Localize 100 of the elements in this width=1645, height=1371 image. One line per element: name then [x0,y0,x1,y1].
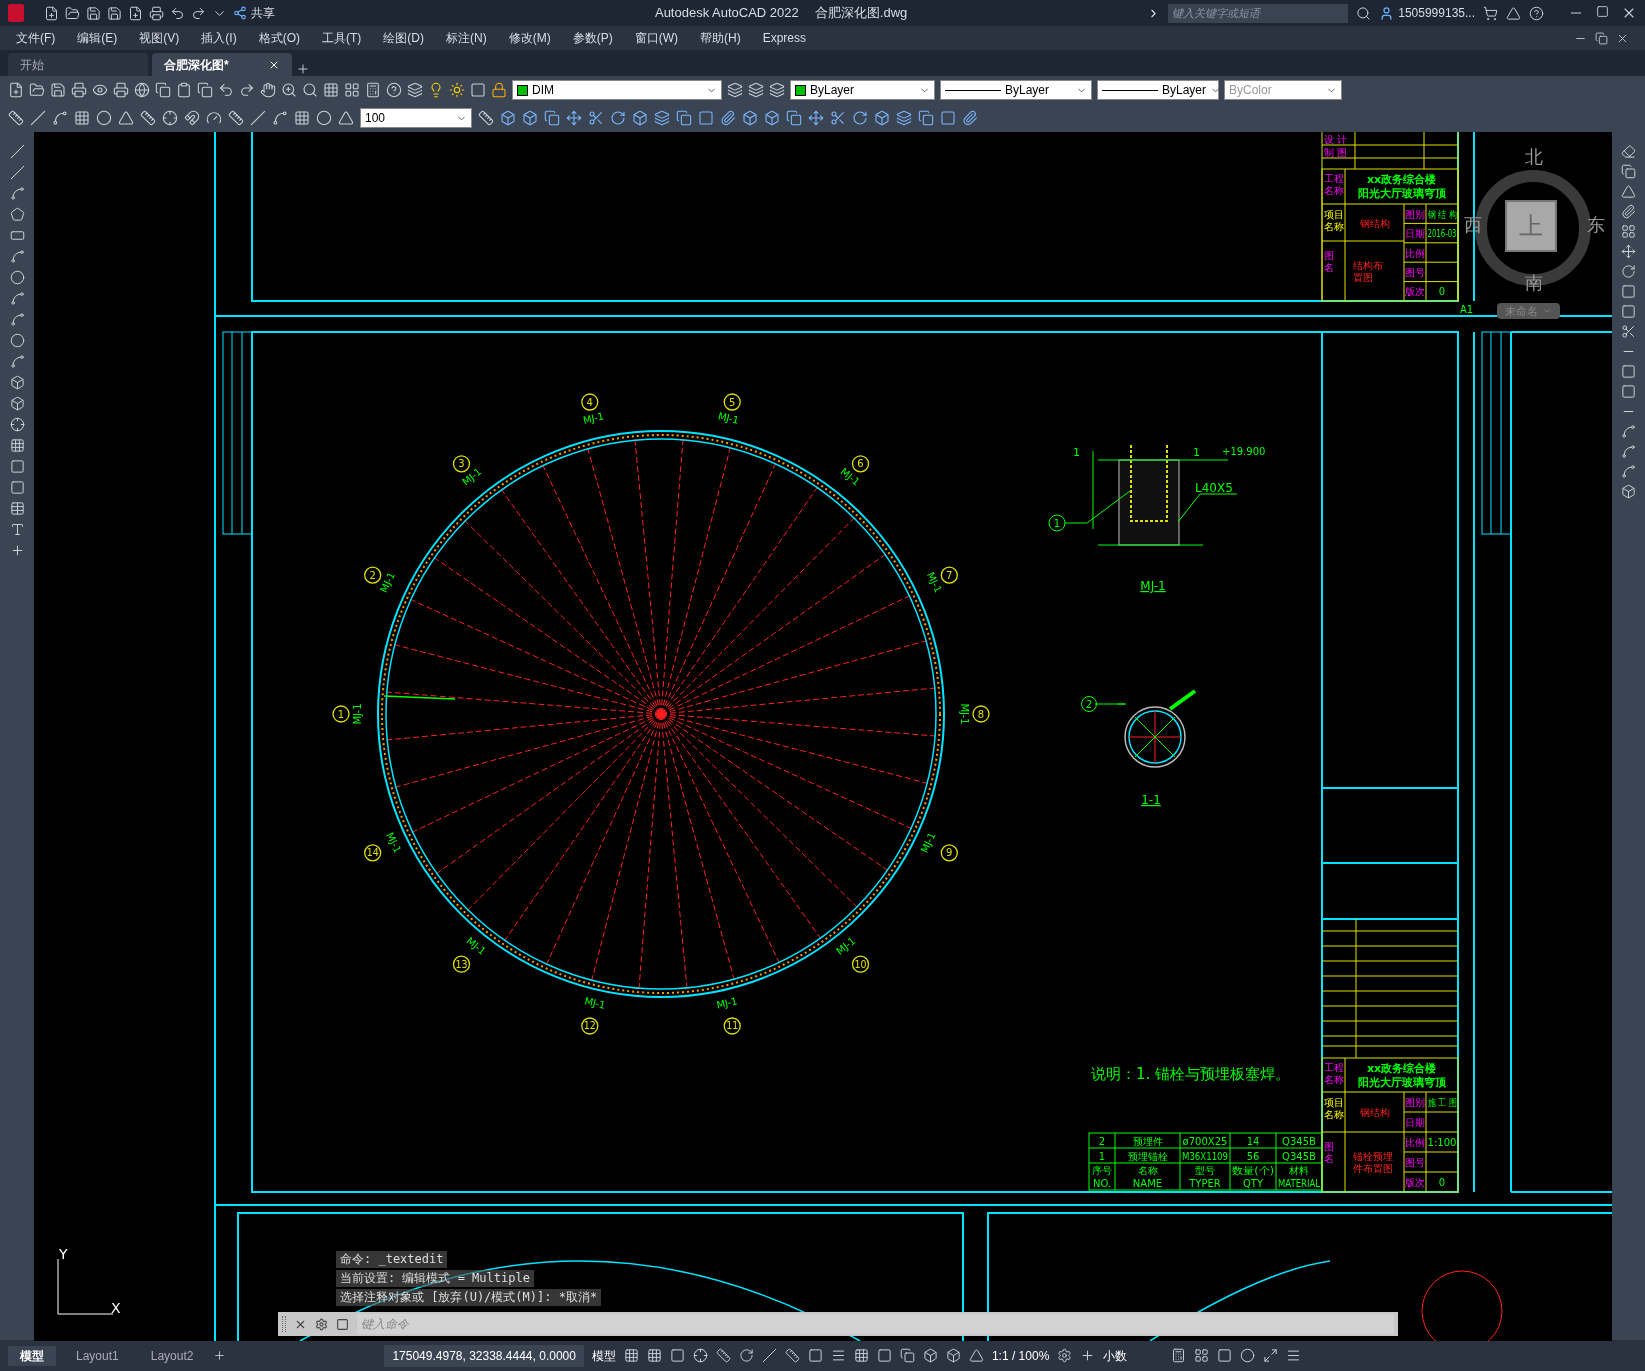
maximize-icon[interactable] [1596,5,1609,18]
save-icon[interactable] [50,82,66,98]
ruler-icon[interactable] [140,110,156,126]
arc-icon[interactable] [9,249,25,264]
copy-icon[interactable] [544,110,560,126]
save-icon[interactable] [86,5,101,21]
layout-tab[interactable]: Layout2 [138,1345,206,1366]
line-icon[interactable] [9,144,25,159]
zoom-icon[interactable] [281,82,297,98]
square-icon[interactable] [9,459,25,474]
grid-icon[interactable] [323,82,339,98]
file-icon[interactable] [128,5,143,21]
status-toggle-icon[interactable] [807,1348,823,1363]
square-icon[interactable] [470,82,486,98]
compass-label[interactable]: 东 [1587,214,1605,236]
compass-label[interactable]: 北 [1525,146,1543,168]
share-button[interactable]: 共享 [233,4,275,22]
rectangle-icon[interactable] [9,228,25,243]
status-toggle-icon[interactable] [1217,1348,1233,1363]
document-tab[interactable]: 合肥深化图* [152,53,292,76]
layers-icon[interactable] [748,82,764,98]
circle-icon[interactable] [316,110,332,126]
menu-item[interactable]: 工具(T) [322,29,362,47]
status-toggle-icon[interactable] [922,1348,938,1363]
magnet-icon[interactable] [184,110,200,126]
status-toggle-icon[interactable] [1263,1348,1279,1363]
circle-icon[interactable] [9,270,25,285]
status-toggle-icon[interactable] [1240,1348,1256,1363]
move-icon[interactable] [566,110,582,126]
triangle-icon[interactable] [338,110,354,126]
status-toggle-icon[interactable] [761,1348,777,1363]
file-icon[interactable] [8,82,24,98]
layout-tab[interactable]: Layout1 [64,1345,131,1366]
globe-icon[interactable] [134,82,150,98]
grid-icon[interactable] [294,110,310,126]
status-toggle-icon[interactable] [945,1348,961,1363]
lock-icon[interactable] [491,82,507,98]
polygon-icon[interactable] [9,207,25,222]
status-toggle-icon[interactable] [646,1348,662,1363]
layers-icon[interactable] [769,82,785,98]
status-toggle-icon[interactable] [1286,1348,1302,1363]
lightbulb-icon[interactable] [428,82,444,98]
redo-icon[interactable] [239,82,255,98]
grid-icon[interactable] [344,82,360,98]
menu-item[interactable]: 帮助(H) [700,29,741,47]
search-icon[interactable] [1356,5,1372,21]
space-toggle[interactable]: 模型 [591,1346,616,1365]
status-toggle-icon[interactable] [1171,1348,1187,1363]
clipboard-icon[interactable] [176,82,192,98]
hand-icon[interactable] [260,82,276,98]
status-toggle-icon[interactable] [899,1348,915,1363]
ruler-icon[interactable] [228,110,244,126]
line-icon[interactable] [250,110,266,126]
document-tab[interactable]: 开始 [8,53,148,76]
menu-item[interactable]: 编辑(E) [77,29,118,47]
menu-item[interactable]: 标注(N) [446,29,487,47]
status-toggle-icon[interactable] [1194,1348,1210,1363]
square-icon[interactable] [940,110,956,126]
trim-icon[interactable] [1621,324,1636,339]
cube-icon[interactable] [500,110,516,126]
calculator-icon[interactable] [365,82,381,98]
ruler-icon[interactable] [478,110,494,126]
status-toggle-icon[interactable] [830,1348,846,1363]
dropdown[interactable]: DIM [512,80,722,100]
units-dropdown[interactable]: 小数 [1103,1346,1164,1365]
array-icon[interactable] [1621,224,1636,239]
menu-item[interactable]: 格式(O) [258,29,300,47]
add-icon[interactable] [9,543,25,558]
folder-icon[interactable] [65,5,80,21]
paperclip-icon[interactable] [962,110,978,126]
menu-item[interactable]: Express [762,29,806,47]
cube-icon[interactable] [742,110,758,126]
restore-icon[interactable] [1595,31,1608,45]
gauge-icon[interactable] [206,110,222,126]
scissors-icon[interactable] [588,110,604,126]
printer-icon[interactable] [71,82,87,98]
text-icon[interactable] [9,522,25,537]
preview-icon[interactable] [92,82,108,98]
copy-icon[interactable] [918,110,934,126]
line-icon[interactable] [30,110,46,126]
printer-icon[interactable] [149,5,164,21]
curve-icon[interactable] [52,110,68,126]
undo-icon[interactable] [218,82,234,98]
menu-item[interactable]: 文件(F) [16,29,56,47]
scissors-icon[interactable] [830,110,846,126]
crosshair-icon[interactable] [162,110,178,126]
grip-icon[interactable] [282,1316,286,1332]
copy-icon[interactable] [676,110,692,126]
eraser-icon[interactable] [1621,144,1636,159]
folder-icon[interactable] [29,82,45,98]
menu-item[interactable]: 修改(M) [508,29,551,47]
square-icon[interactable] [698,110,714,126]
undo-icon[interactable] [170,5,185,21]
move-icon[interactable] [1621,244,1636,259]
layers-icon[interactable] [407,82,423,98]
arc-icon[interactable] [9,354,25,369]
status-toggle-icon[interactable] [784,1348,800,1363]
table-icon[interactable] [9,501,25,516]
cube-icon[interactable] [874,110,890,126]
settings-icon[interactable] [1057,1348,1073,1363]
